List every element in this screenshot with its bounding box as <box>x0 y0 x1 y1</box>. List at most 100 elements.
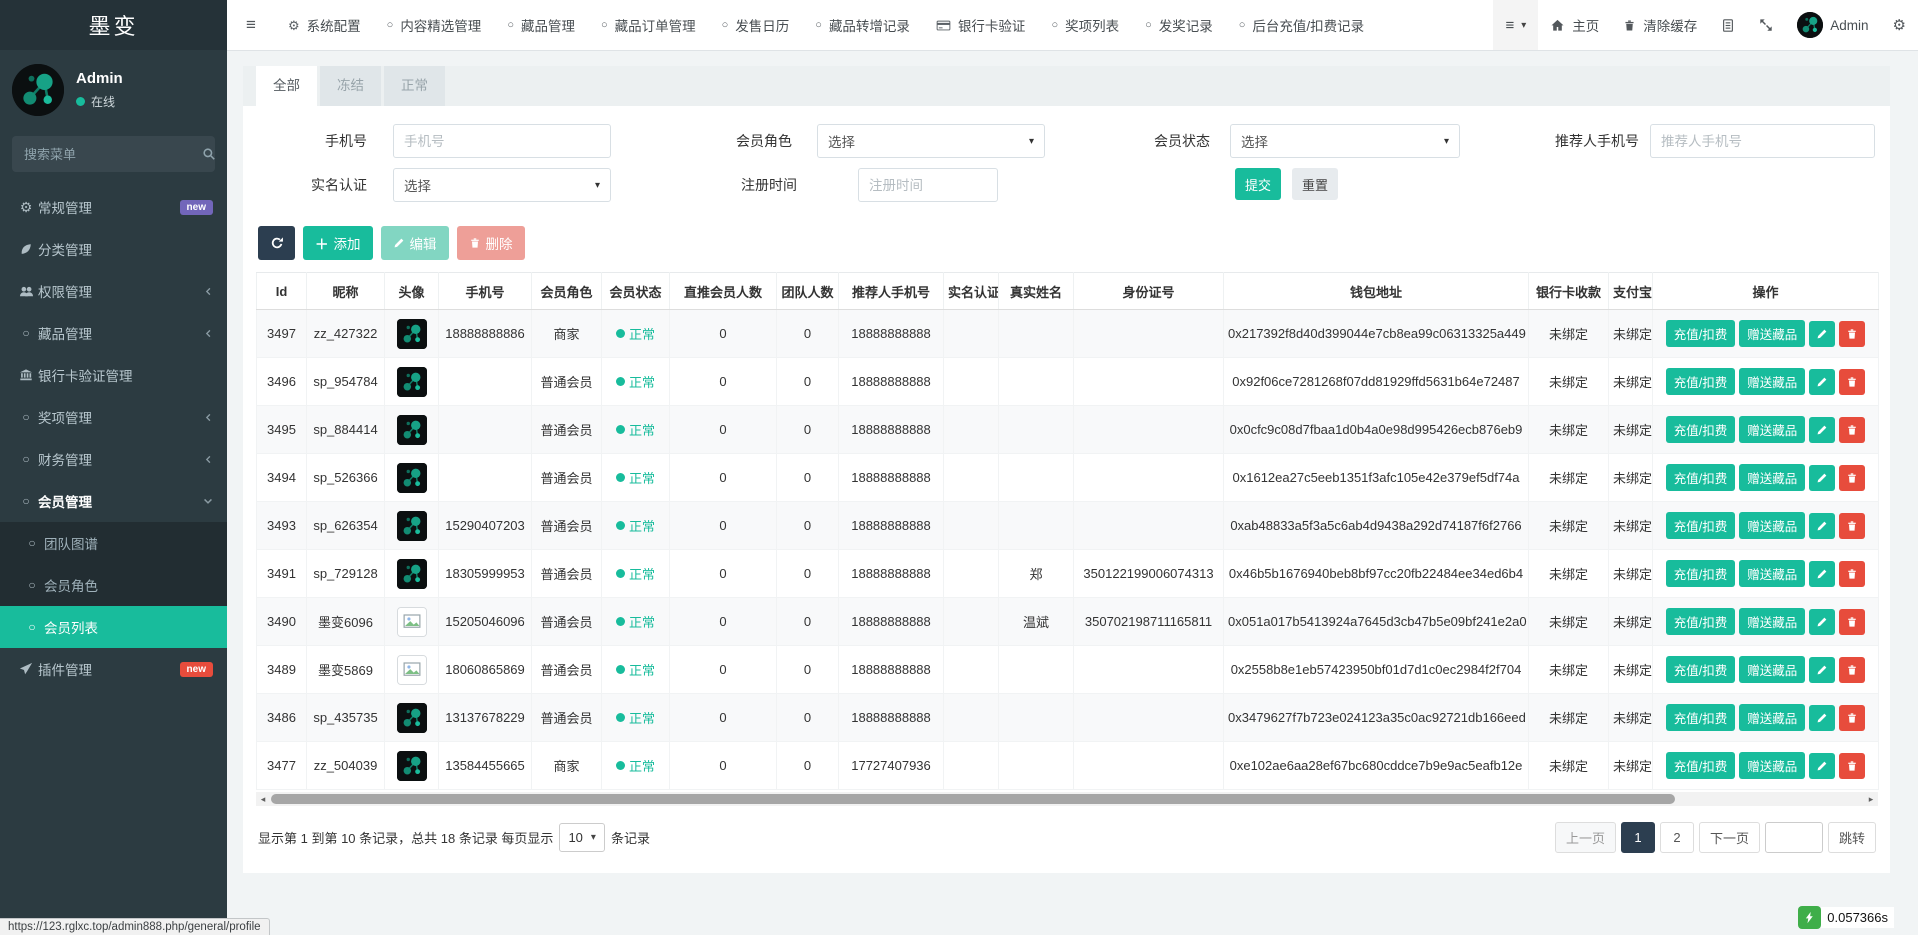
sidebar-item-银行卡验证管理[interactable]: 银行卡验证管理 <box>0 354 227 396</box>
column-header-实名认证[interactable]: 实名认证 <box>944 273 999 310</box>
sidebar-item-藏品管理[interactable]: ○藏品管理 <box>0 312 227 354</box>
tabs-menu-button[interactable]: ≡▾ <box>1493 0 1538 50</box>
topnav-item-后台充值/扣费记录[interactable]: ○后台充值/扣费记录 <box>1226 0 1377 50</box>
page-button-1[interactable]: 1 <box>1621 822 1655 853</box>
status-filter-select[interactable]: 选择▾ <box>1230 124 1460 158</box>
column-header-支付宝收款[interactable]: 支付宝收款 <box>1609 273 1653 310</box>
recharge-button[interactable]: 充值/扣费 <box>1666 752 1735 779</box>
gift-button[interactable]: 赠送藏品 <box>1739 416 1805 443</box>
row-edit-button[interactable] <box>1809 417 1835 443</box>
column-header-推荐人手机号[interactable]: 推荐人手机号 <box>839 273 944 310</box>
column-header-手机号[interactable]: 手机号 <box>439 273 532 310</box>
column-header-Id[interactable]: Id <box>257 273 307 310</box>
debug-timing-badge[interactable]: 0.057366s <box>1798 906 1894 929</box>
tab-冻结[interactable]: 冻结 <box>320 66 381 106</box>
prev-page-button[interactable]: 上一页 <box>1555 822 1616 853</box>
gift-button[interactable]: 赠送藏品 <box>1739 656 1805 683</box>
topnav-item-奖项列表[interactable]: ○奖项列表 <box>1038 0 1132 50</box>
row-edit-button[interactable] <box>1809 561 1835 587</box>
column-header-团队人数[interactable]: 团队人数 <box>777 273 839 310</box>
regtime-filter-input[interactable] <box>858 168 998 202</box>
sidebar-item-插件管理[interactable]: 插件管理new <box>0 648 227 690</box>
column-header-直推会员人数[interactable]: 直推会员人数 <box>670 273 777 310</box>
column-header-头像[interactable]: 头像 <box>385 273 439 310</box>
row-delete-button[interactable] <box>1839 561 1865 587</box>
delete-button[interactable]: 删除 <box>457 226 525 260</box>
sidebar-item-团队图谱[interactable]: ○团队图谱 <box>0 522 227 564</box>
reset-button[interactable]: 重置 <box>1292 168 1338 200</box>
topnav-item-发售日历[interactable]: ○发售日历 <box>709 0 803 50</box>
column-header-操作[interactable]: 操作 <box>1653 273 1879 310</box>
column-header-真实姓名[interactable]: 真实姓名 <box>999 273 1074 310</box>
recharge-button[interactable]: 充值/扣费 <box>1666 464 1735 491</box>
recharge-button[interactable]: 充值/扣费 <box>1666 656 1735 683</box>
realauth-filter-select[interactable]: 选择▾ <box>393 168 611 202</box>
tab-正常[interactable]: 正常 <box>384 66 445 106</box>
add-button[interactable]: ＋添加 <box>303 226 373 260</box>
row-delete-button[interactable] <box>1839 609 1865 635</box>
recharge-button[interactable]: 充值/扣费 <box>1666 704 1735 731</box>
sidebar-search-input[interactable] <box>22 146 202 163</box>
submit-button[interactable]: 提交 <box>1235 168 1281 200</box>
sidebar-toggle-icon[interactable]: ≡ <box>227 0 275 50</box>
topnav-item-系统配置[interactable]: ⚙系统配置 <box>275 0 374 50</box>
home-button[interactable]: 主页 <box>1538 0 1611 50</box>
gift-button[interactable]: 赠送藏品 <box>1739 704 1805 731</box>
gift-button[interactable]: 赠送藏品 <box>1739 608 1805 635</box>
jump-page-input[interactable] <box>1765 822 1823 853</box>
docs-button[interactable] <box>1709 0 1747 50</box>
row-delete-button[interactable] <box>1839 753 1865 779</box>
column-header-会员角色[interactable]: 会员角色 <box>532 273 602 310</box>
recharge-button[interactable]: 充值/扣费 <box>1666 608 1735 635</box>
row-edit-button[interactable] <box>1809 321 1835 347</box>
row-delete-button[interactable] <box>1839 321 1865 347</box>
sidebar-item-会员角色[interactable]: ○会员角色 <box>0 564 227 606</box>
recharge-button[interactable]: 充值/扣费 <box>1666 416 1735 443</box>
sidebar-item-权限管理[interactable]: 权限管理 <box>0 270 227 312</box>
gift-button[interactable]: 赠送藏品 <box>1739 464 1805 491</box>
next-page-button[interactable]: 下一页 <box>1699 822 1760 853</box>
per-page-select[interactable]: 10 ▾ <box>559 823 605 852</box>
recharge-button[interactable]: 充值/扣费 <box>1666 368 1735 395</box>
sidebar-item-奖项管理[interactable]: ○奖项管理 <box>0 396 227 438</box>
row-delete-button[interactable] <box>1839 465 1865 491</box>
topnav-item-藏品管理[interactable]: ○藏品管理 <box>494 0 588 50</box>
column-header-昵称[interactable]: 昵称 <box>307 273 385 310</box>
refresh-button[interactable] <box>258 226 295 260</box>
row-delete-button[interactable] <box>1839 657 1865 683</box>
row-delete-button[interactable] <box>1839 369 1865 395</box>
clear-cache-button[interactable]: 清除缓存 <box>1611 0 1709 50</box>
row-edit-button[interactable] <box>1809 657 1835 683</box>
sidebar-item-会员管理[interactable]: ○会员管理 <box>0 480 227 522</box>
column-header-银行卡收款[interactable]: 银行卡收款 <box>1529 273 1609 310</box>
recharge-button[interactable]: 充值/扣费 <box>1666 560 1735 587</box>
user-menu[interactable]: Admin <box>1785 0 1880 50</box>
brand-logo[interactable]: 墨变 <box>0 0 227 50</box>
row-delete-button[interactable] <box>1839 513 1865 539</box>
row-edit-button[interactable] <box>1809 705 1835 731</box>
row-edit-button[interactable] <box>1809 513 1835 539</box>
column-header-钱包地址[interactable]: 钱包地址 <box>1224 273 1529 310</box>
gift-button[interactable]: 赠送藏品 <box>1739 560 1805 587</box>
page-button-2[interactable]: 2 <box>1660 822 1694 853</box>
gift-button[interactable]: 赠送藏品 <box>1739 320 1805 347</box>
settings-button[interactable]: ⚙ <box>1881 0 1918 50</box>
tab-全部[interactable]: 全部 <box>256 66 317 106</box>
sidebar-item-会员列表[interactable]: ○会员列表 <box>0 606 227 648</box>
gift-button[interactable]: 赠送藏品 <box>1739 752 1805 779</box>
gift-button[interactable]: 赠送藏品 <box>1739 512 1805 539</box>
sidebar-item-财务管理[interactable]: ○财务管理 <box>0 438 227 480</box>
scroll-right-icon[interactable]: ▸ <box>1864 792 1878 806</box>
edit-button[interactable]: 编辑 <box>381 226 449 260</box>
column-header-身份证号[interactable]: 身份证号 <box>1074 273 1224 310</box>
topnav-item-藏品订单管理[interactable]: ○藏品订单管理 <box>588 0 709 50</box>
role-filter-select[interactable]: 选择▾ <box>817 124 1045 158</box>
topnav-item-银行卡验证[interactable]: 银行卡验证 <box>923 0 1039 50</box>
row-edit-button[interactable] <box>1809 465 1835 491</box>
row-delete-button[interactable] <box>1839 417 1865 443</box>
referrer-filter-input[interactable] <box>1650 124 1875 158</box>
scroll-left-icon[interactable]: ◂ <box>256 792 270 806</box>
row-edit-button[interactable] <box>1809 753 1835 779</box>
row-delete-button[interactable] <box>1839 705 1865 731</box>
topnav-item-发奖记录[interactable]: ○发奖记录 <box>1132 0 1226 50</box>
